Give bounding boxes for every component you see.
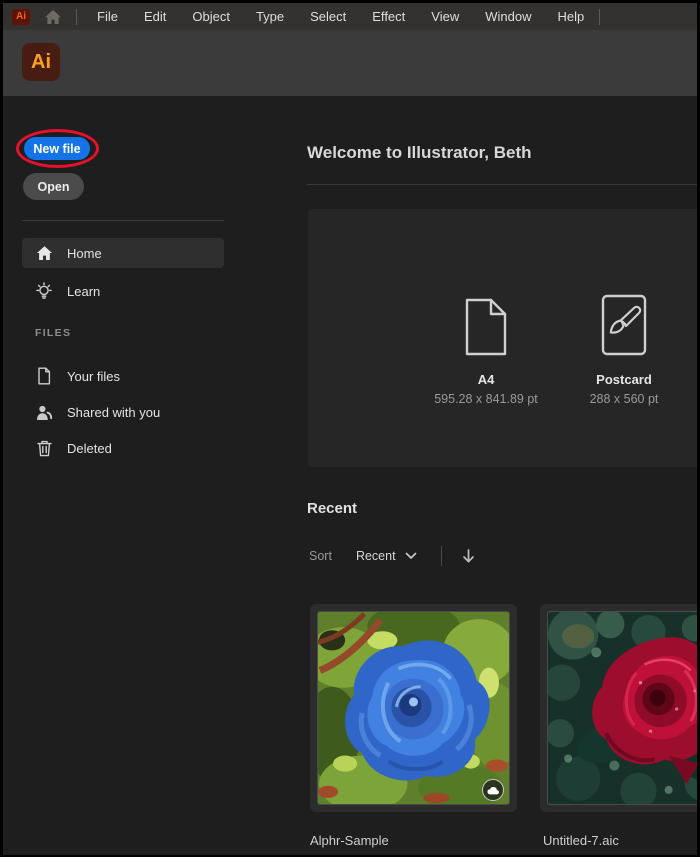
sidebar-item-your-files[interactable]: Your files — [22, 361, 224, 391]
menu-separator — [599, 8, 601, 25]
home-screen-content: New file Open Home Learn FILES Your file… — [3, 96, 697, 855]
sort-direction-button[interactable] — [462, 549, 475, 563]
sidebar-item-label: Deleted — [67, 440, 112, 456]
sidebar-item-label: Learn — [67, 283, 101, 299]
recent-section-heading: Recent — [307, 500, 358, 517]
menu-help[interactable]: Help — [557, 9, 584, 24]
app-header: Ai — [3, 30, 697, 96]
sort-controls: Sort Recent — [309, 545, 475, 567]
document-presets-panel: A4 595.28 x 841.89 pt Postcard 288 x 560… — [308, 209, 697, 467]
sort-dropdown-value: Recent — [355, 549, 396, 563]
section-divider — [307, 184, 697, 185]
menu-separator — [76, 8, 77, 25]
new-file-button[interactable]: New file — [24, 137, 90, 160]
chevron-down-icon — [405, 552, 416, 559]
cloud-synced-icon — [482, 779, 504, 801]
files-section-heading: FILES — [35, 327, 72, 339]
open-button[interactable]: Open — [23, 173, 84, 200]
menu-effect[interactable]: Effect — [372, 9, 405, 24]
sidebar-divider — [22, 220, 224, 221]
sort-dropdown[interactable]: Recent — [356, 549, 417, 563]
menu-edit[interactable]: Edit — [144, 9, 166, 24]
recent-file-card-untitled-7[interactable] — [540, 604, 697, 812]
menu-select[interactable]: Select — [310, 9, 346, 24]
blank-document-icon — [462, 293, 510, 357]
illustrator-taskbar-icon[interactable]: Ai — [12, 8, 30, 25]
sidebar-item-shared-with-you[interactable]: Shared with you — [22, 397, 224, 427]
sidebar-item-label: Home — [67, 245, 102, 261]
arrow-down-icon — [462, 549, 474, 563]
sort-label: Sort — [309, 549, 332, 563]
illustrator-logo-text: Ai — [31, 50, 51, 73]
illustrator-app-logo: Ai — [22, 43, 60, 81]
preset-dimensions: 595.28 x 841.89 pt — [434, 392, 538, 406]
menu-window[interactable]: Window — [485, 9, 531, 24]
welcome-heading: Welcome to Illustrator, Beth — [307, 143, 532, 162]
preset-name: A4 — [477, 372, 495, 387]
paintbrush-document-icon — [599, 293, 649, 357]
recent-file-name: Alphr-Sample — [310, 833, 389, 848]
trash-icon — [35, 439, 53, 457]
sidebar-item-label: Your files — [67, 368, 120, 384]
lightbulb-icon — [35, 282, 53, 300]
recent-file-name: Untitled-7.aic — [543, 833, 619, 848]
menu-type[interactable]: Type — [256, 9, 284, 24]
sidebar-item-label: Shared with you — [67, 404, 161, 420]
preset-dimensions: 288 x 560 pt — [589, 392, 659, 406]
recent-file-card-alphr-sample[interactable] — [310, 604, 517, 812]
menu-items: File Edit Object Type Select Effect View… — [97, 9, 584, 24]
menu-object[interactable]: Object — [192, 9, 230, 24]
home-icon — [35, 244, 53, 262]
menu-view[interactable]: View — [431, 9, 459, 24]
illustrator-home-window: Ai File Edit Object Type Select Effect V… — [0, 0, 700, 857]
sidebar-item-home[interactable]: Home — [22, 238, 224, 268]
illustrator-logo-text: Ai — [16, 11, 26, 22]
home-icon[interactable] — [44, 9, 62, 25]
sidebar-item-deleted[interactable]: Deleted — [22, 433, 224, 463]
blue-rose-thumbnail — [317, 611, 510, 805]
document-icon — [35, 367, 53, 385]
sort-divider — [440, 546, 442, 566]
sidebar-item-learn[interactable]: Learn — [22, 276, 224, 306]
red-rose-thumbnail — [547, 611, 697, 805]
menu-bar: Ai File Edit Object Type Select Effect V… — [3, 3, 697, 30]
menu-file[interactable]: File — [97, 9, 118, 24]
preset-a4[interactable]: A4 595.28 x 841.89 pt — [411, 293, 561, 406]
preset-postcard[interactable]: Postcard 288 x 560 pt — [549, 293, 697, 406]
preset-name: Postcard — [596, 372, 652, 387]
person-icon — [35, 403, 53, 421]
